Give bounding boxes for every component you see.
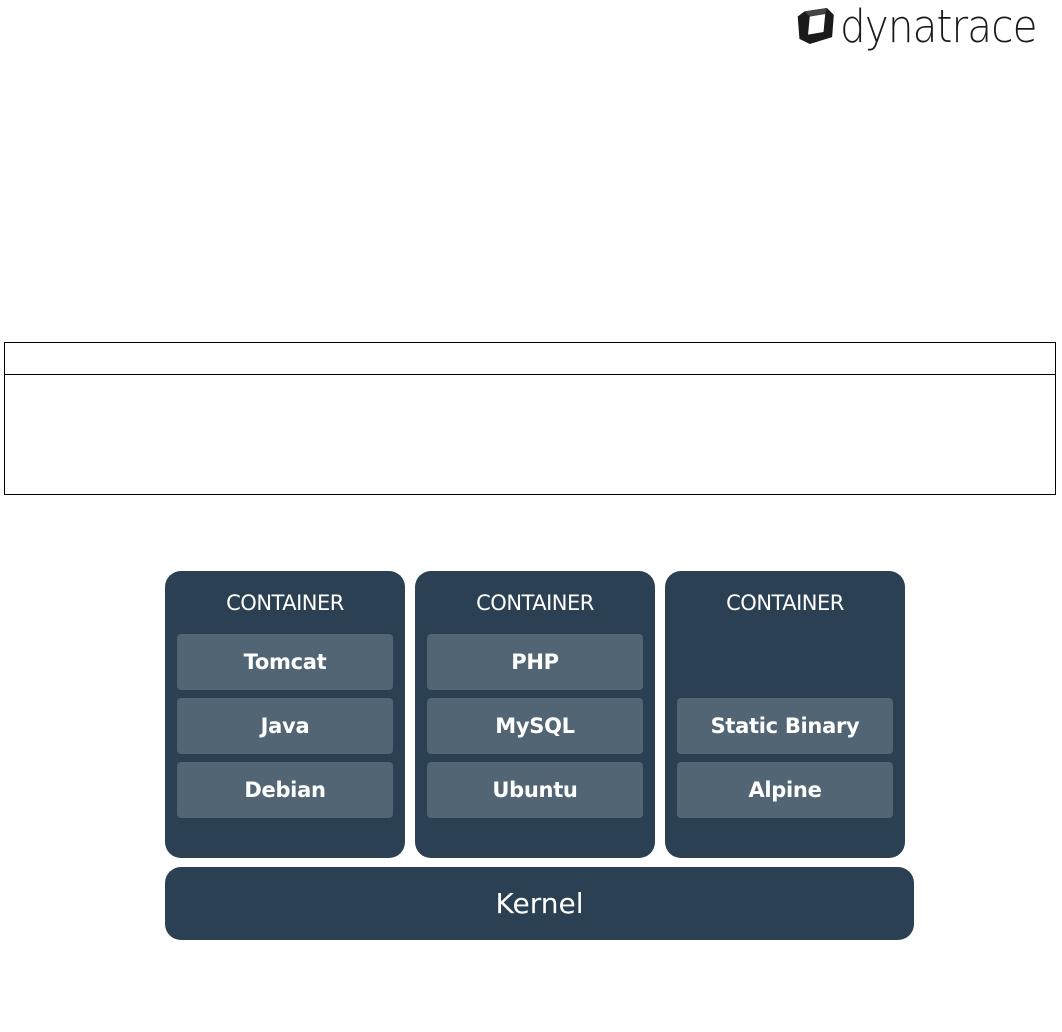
container-2: CONTAINER PHP MySQL Ubuntu [415, 571, 655, 858]
layer-app: PHP [427, 634, 643, 690]
layer-os: Debian [177, 762, 393, 818]
brand-name: dynatrace [839, 0, 1038, 53]
layer-os: Ubuntu [427, 762, 643, 818]
container-3: CONTAINER Static Binary Alpine [665, 571, 905, 858]
layer-app: Tomcat [177, 634, 393, 690]
dynatrace-cube-icon [797, 7, 834, 45]
empty-table [4, 342, 1056, 495]
layer-os: Alpine [677, 762, 893, 818]
container-title: CONTAINER [226, 591, 344, 615]
layer-runtime: Java [177, 698, 393, 754]
table-header-row [5, 343, 1055, 375]
container-title: CONTAINER [476, 591, 594, 615]
layer-binary: Static Binary [677, 698, 893, 754]
kernel-layer: Kernel [165, 867, 914, 940]
layer-runtime: MySQL [427, 698, 643, 754]
container-1: CONTAINER Tomcat Java Debian [165, 571, 405, 858]
dynatrace-logo: dynatrace [796, 0, 1058, 52]
container-title: CONTAINER [726, 591, 844, 615]
